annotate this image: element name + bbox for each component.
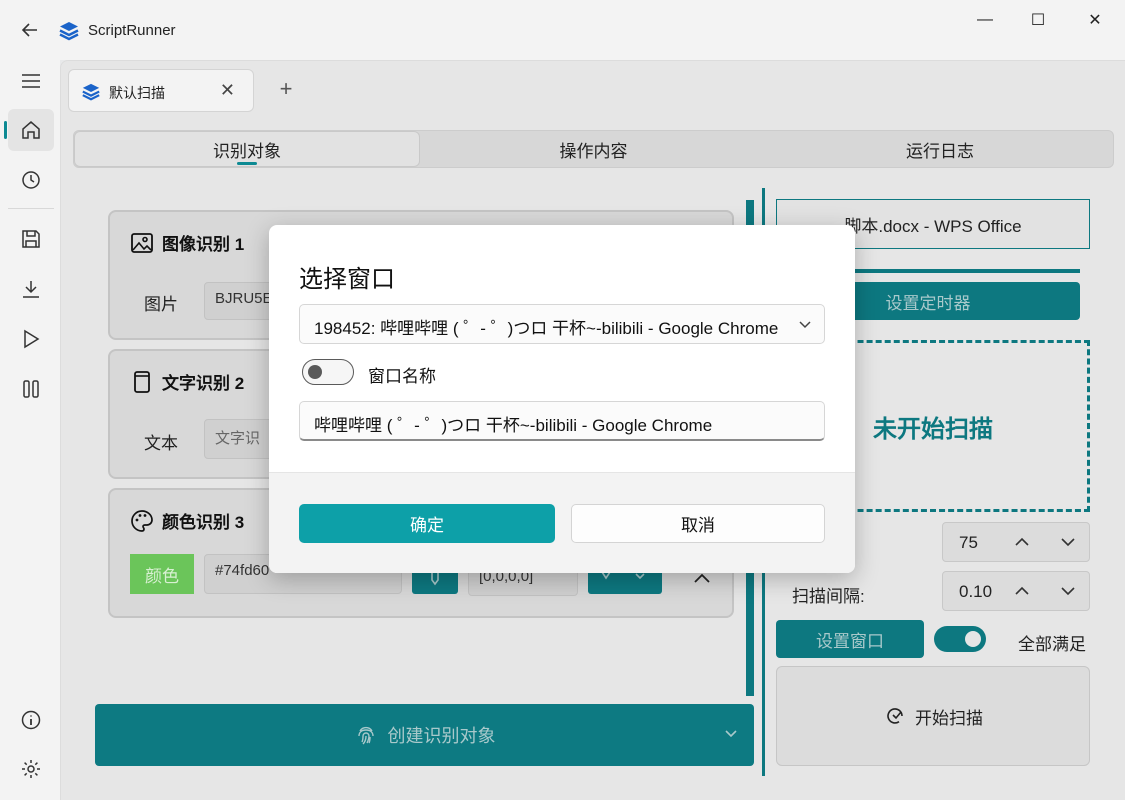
left-nav xyxy=(0,60,60,800)
start-scan-button[interactable]: 开始扫描 xyxy=(776,666,1090,766)
title-bar: ScriptRunner — ☐ ✕ xyxy=(0,0,1125,60)
back-button[interactable] xyxy=(18,18,42,42)
window-name-input[interactable]: 哔哩哔哩 ( ゜- ゜)つロ 干杯~-bilibili - Google Chr… xyxy=(299,401,825,441)
all-satisfy-toggle[interactable] xyxy=(934,626,986,652)
card-header: 图像识别 1 xyxy=(130,230,244,255)
segmented-tabs: 识别对象 操作内容 运行日志 xyxy=(73,130,1114,168)
chevron-down-icon[interactable] xyxy=(1057,580,1079,602)
tab-run-log[interactable]: 运行日志 xyxy=(767,131,1113,167)
select-window-dialog: 选择窗口 198452: 哔哩哔哩 ( ゜- ゜)つロ 干杯~-bilibili… xyxy=(269,225,855,573)
chevron-down-icon[interactable] xyxy=(1057,531,1079,553)
app-title: ScriptRunner xyxy=(88,22,176,39)
active-tab-indicator xyxy=(237,162,257,165)
collapse-chevron-up-icon[interactable] xyxy=(694,572,710,584)
card-title: 图像识别 1 xyxy=(162,235,245,254)
chevron-up-icon[interactable] xyxy=(1011,580,1033,602)
add-tab-button[interactable]: + xyxy=(274,77,298,101)
minimize-button[interactable]: — xyxy=(962,8,1008,32)
layers-icon xyxy=(82,83,100,101)
document-icon xyxy=(134,370,150,393)
dialog-title: 选择窗口 xyxy=(299,266,395,293)
nav-run[interactable] xyxy=(8,318,54,360)
download-icon xyxy=(23,281,39,298)
tab-recognition-objects[interactable]: 识别对象 xyxy=(74,131,420,167)
tab-label: 识别对象 xyxy=(213,141,281,161)
cancel-button[interactable]: 取消 xyxy=(571,504,825,543)
nav-history[interactable] xyxy=(8,159,54,201)
scan-status-text: 未开始扫描 xyxy=(873,415,993,443)
image-row-label: 图片 xyxy=(144,295,178,314)
nav-settings[interactable] xyxy=(8,748,54,790)
tab-label: 操作内容 xyxy=(559,141,628,161)
nav-about[interactable] xyxy=(8,699,54,741)
tab-label: 运行日志 xyxy=(906,141,974,161)
card-header: 文字识别 2 xyxy=(130,369,244,394)
maximize-button[interactable]: ☐ xyxy=(1015,8,1061,32)
start-scan-label: 开始扫描 xyxy=(915,708,983,728)
threshold-spinbox[interactable]: 75 xyxy=(942,522,1090,562)
minimize-icon: — xyxy=(977,11,993,28)
ok-button[interactable]: 确定 xyxy=(299,504,555,543)
window-name-toggle[interactable] xyxy=(302,359,354,385)
create-button-label: 创建识别对象 xyxy=(387,726,496,746)
menu-button[interactable] xyxy=(8,60,54,102)
tab-default-scan[interactable]: 默认扫描 ✕ xyxy=(68,69,254,112)
toggle-knob xyxy=(308,365,322,379)
window-name-toggle-label: 窗口名称 xyxy=(368,367,436,386)
hamburger-icon xyxy=(22,74,40,88)
palette-icon xyxy=(131,509,153,532)
nav-divider xyxy=(8,208,54,209)
tab-label: 默认扫描 xyxy=(109,85,165,101)
set-window-button[interactable]: 设置窗口 xyxy=(776,620,924,658)
threshold-value[interactable]: 75 xyxy=(959,533,978,553)
interval-spinbox[interactable]: 0.10 xyxy=(942,571,1090,611)
image-icon xyxy=(131,232,153,253)
interval-value[interactable]: 0.10 xyxy=(959,582,992,602)
color-swatch[interactable]: 颜色 xyxy=(130,554,194,594)
nav-download[interactable] xyxy=(8,268,54,310)
app-logo-icon xyxy=(59,22,79,41)
all-satisfy-label: 全部满足 xyxy=(1018,635,1086,654)
fingerprint-icon xyxy=(357,726,374,745)
history-icon xyxy=(22,171,40,189)
chevron-up-icon[interactable] xyxy=(1011,531,1033,553)
card-title: 文字识别 2 xyxy=(162,374,245,393)
window-select-value: 198452: 哔哩哔哩 ( ゜- ゜)つロ 干杯~-bilibili - Go… xyxy=(314,319,779,338)
chevron-down-icon[interactable] xyxy=(724,726,738,740)
home-icon xyxy=(22,121,40,139)
tab-close-icon[interactable]: ✕ xyxy=(220,80,235,101)
interval-label: 扫描间隔: xyxy=(792,587,865,606)
chevron-down-icon xyxy=(799,321,811,329)
active-indicator xyxy=(4,121,7,139)
close-button[interactable]: ✕ xyxy=(1072,8,1118,32)
maximize-icon: ☐ xyxy=(1030,12,1046,29)
nav-save[interactable] xyxy=(8,218,54,260)
pause-icon xyxy=(23,380,39,398)
toggle-knob xyxy=(965,631,981,647)
play-icon xyxy=(24,329,40,349)
close-icon: ✕ xyxy=(1088,12,1102,29)
arrow-left-icon xyxy=(21,23,37,37)
nav-home[interactable] xyxy=(4,109,54,151)
window-select-dropdown[interactable]: 198452: 哔哩哔哩 ( ゜- ゜)つロ 干杯~-bilibili - Go… xyxy=(299,304,825,344)
card-title: 颜色识别 3 xyxy=(162,513,245,532)
scan-refresh-icon xyxy=(887,708,903,724)
info-icon xyxy=(21,710,41,730)
card-header: 颜色识别 3 xyxy=(130,508,244,533)
gear-icon xyxy=(22,760,40,778)
tab-operations[interactable]: 操作内容 xyxy=(420,131,767,167)
nav-pause[interactable] xyxy=(8,368,54,410)
save-icon xyxy=(22,230,40,248)
text-row-label: 文本 xyxy=(144,434,178,453)
create-recognition-object-button[interactable]: 创建识别对象 xyxy=(95,704,754,766)
